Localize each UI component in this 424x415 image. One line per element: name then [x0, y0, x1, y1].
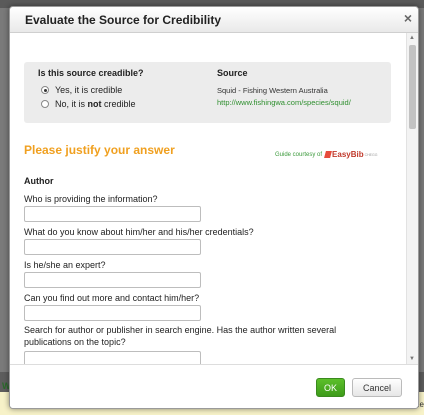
dialog-content: Is this source creadible? Source Yes, it…: [10, 33, 406, 364]
question-contact: Can you find out more and contact him/he…: [24, 293, 200, 303]
dialog-titlebar: Evaluate the Source for Credibility ×: [10, 7, 418, 33]
source-name: Squid - Fishing Western Australia: [217, 86, 328, 95]
radio-not-credible[interactable]: [41, 100, 49, 108]
cancel-button[interactable]: Cancel: [352, 378, 402, 397]
radio-label-credible: Yes, it is credible: [55, 85, 123, 95]
easybib-mark-icon: [324, 151, 332, 158]
question-who: Who is providing the information?: [24, 194, 158, 204]
radio-option-credible[interactable]: Yes, it is credible: [41, 85, 122, 95]
author-heading: Author: [24, 176, 54, 186]
easybib-logo[interactable]: EasyBib CHEGG: [324, 150, 378, 159]
ok-button[interactable]: OK: [316, 378, 345, 397]
radio-credible[interactable]: [41, 86, 49, 94]
credibility-question: Is this source creadible?: [38, 68, 144, 78]
credibility-panel: Is this source creadible? Source Yes, it…: [24, 62, 391, 123]
content-scrollbar[interactable]: ▲ ▼: [406, 33, 418, 364]
question-publications: Search for author or publisher in search…: [24, 325, 337, 347]
scrollbar-thumb[interactable]: [409, 45, 416, 129]
easybib-brand-sub: CHEGG: [364, 152, 378, 157]
guide-text: Guide courtesy of: [275, 151, 323, 158]
question-expert: Is he/she an expert?: [24, 260, 106, 270]
dialog-footer: OK Cancel: [10, 364, 418, 408]
dialog-title: Evaluate the Source for Credibility: [25, 13, 222, 27]
scroll-up-arrow-icon[interactable]: ▲: [409, 35, 415, 41]
radio-label-not-credible-prefix: No, it is: [55, 99, 88, 109]
question-credentials: What do you know about him/her and his/h…: [24, 227, 254, 237]
close-icon[interactable]: ×: [404, 10, 412, 26]
answer-credentials-input[interactable]: [24, 239, 201, 255]
source-heading: Source: [217, 68, 248, 78]
credibility-dialog: Evaluate the Source for Credibility × Is…: [9, 6, 419, 409]
easybib-brand: EasyBib: [332, 150, 364, 159]
answer-expert-input[interactable]: [24, 272, 201, 288]
answer-publications-input[interactable]: [24, 351, 201, 364]
answer-contact-input[interactable]: [24, 305, 201, 321]
radio-option-not-credible[interactable]: No, it is not credible: [41, 99, 136, 109]
radio-label-not-credible-bold: not: [87, 99, 102, 109]
scroll-down-arrow-icon[interactable]: ▼: [409, 356, 415, 362]
answer-who-input[interactable]: [24, 206, 201, 222]
radio-label-not-credible-suffix: credible: [101, 99, 136, 109]
justify-heading: Please justify your answer: [24, 143, 175, 157]
guide-credit: Guide courtesy of EasyBib CHEGG: [275, 150, 377, 159]
source-url-link[interactable]: http://www.fishingwa.com/species/squid/: [217, 98, 351, 107]
